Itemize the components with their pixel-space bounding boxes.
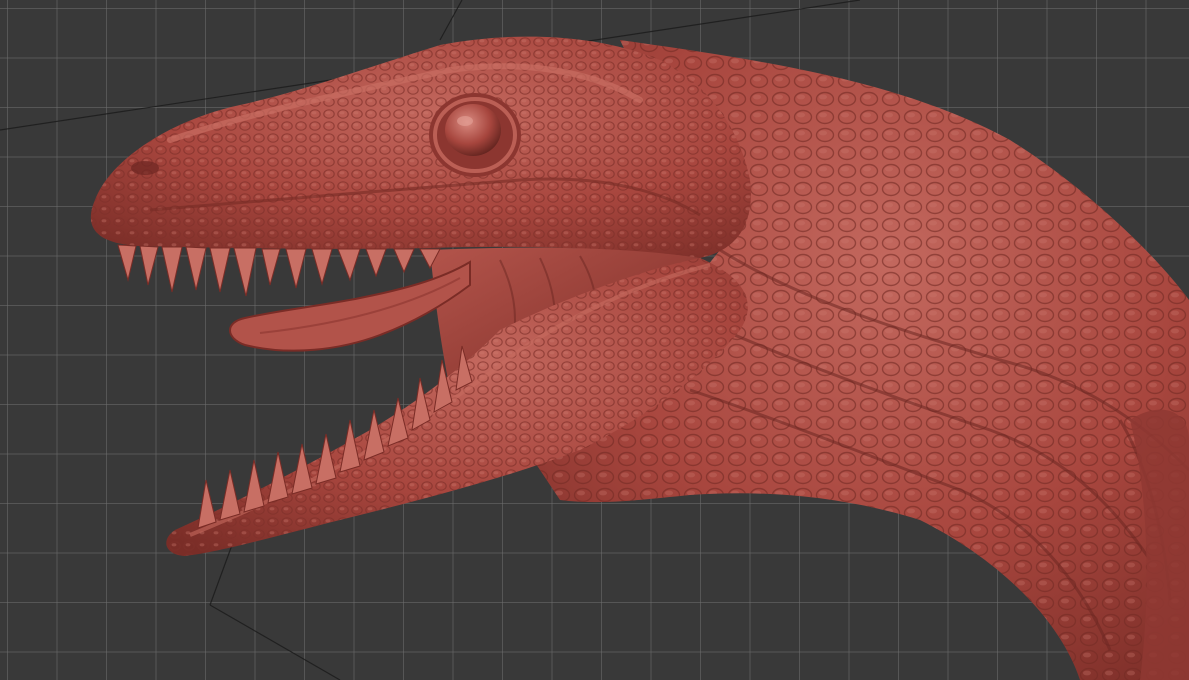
viewport-scene[interactable]	[0, 0, 1189, 680]
head-scale-texture	[90, 36, 751, 258]
creature-eye	[429, 93, 521, 177]
upper-teeth	[117, 244, 441, 297]
nostril	[131, 161, 159, 175]
3d-viewport[interactable]	[0, 0, 1189, 680]
